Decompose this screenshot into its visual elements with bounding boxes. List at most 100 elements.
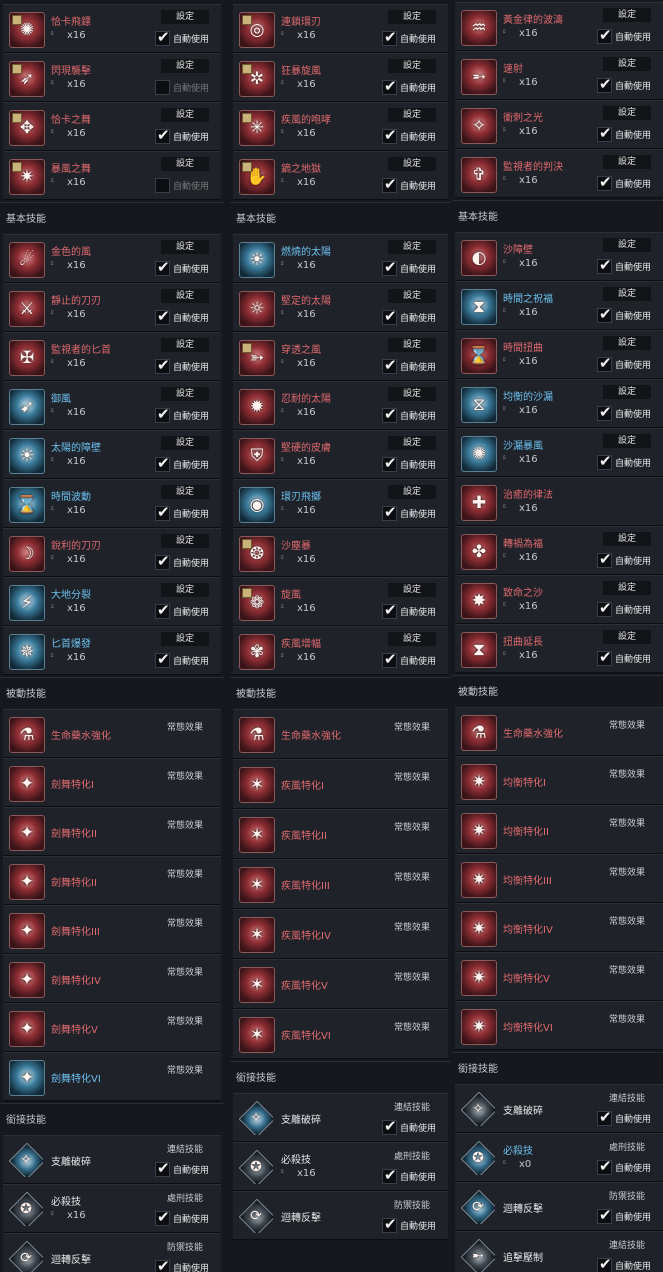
auto-use-checkbox[interactable]: ✔ <box>382 356 397 374</box>
checkmark-icon: ✔ <box>599 1108 612 1126</box>
skill-name: 支離破碎 <box>51 1157 91 1168</box>
settings-button[interactable]: 設定 <box>603 8 651 22</box>
auto-use-checkbox[interactable]: ✔ <box>155 307 170 325</box>
auto-use-checkbox[interactable]: ✔ <box>597 403 612 421</box>
skill-name: 忍耐的太陽 <box>281 394 331 405</box>
auto-use-checkbox[interactable]: ✔ <box>597 452 612 470</box>
auto-use-checkbox[interactable]: ✔ <box>155 1159 170 1177</box>
auto-use-checkbox[interactable]: ✔ <box>155 650 170 668</box>
settings-button[interactable]: 設定 <box>161 10 209 24</box>
settings-button[interactable]: 設定 <box>161 338 209 352</box>
auto-use-checkbox[interactable]: ✔ <box>382 601 397 619</box>
settings-button[interactable]: 設定 <box>161 157 209 171</box>
link-skill-row: ✧ 支離破碎 ✔ 自動使用 連結技能 <box>3 1135 221 1184</box>
settings-button[interactable]: 設定 <box>603 385 651 399</box>
auto-use-checkbox[interactable]: ✔ <box>382 1166 397 1184</box>
skill-name: 疾風特化V <box>281 981 328 992</box>
auto-use-checkbox[interactable]: ✔ <box>155 258 170 276</box>
settings-button[interactable]: 設定 <box>161 436 209 450</box>
skill-name: 堅定的太陽 <box>281 296 331 307</box>
auto-use-checkbox[interactable]: ✔ <box>155 28 170 46</box>
auto-use-checkbox[interactable]: ✔ <box>155 601 170 619</box>
settings-button[interactable]: 設定 <box>388 289 436 303</box>
auto-use-checkbox[interactable]: ✔ <box>597 173 612 191</box>
auto-use-checkbox[interactable]: ✔ <box>382 77 397 95</box>
settings-button[interactable]: 設定 <box>388 157 436 171</box>
settings-button[interactable]: 設定 <box>161 632 209 646</box>
settings-button[interactable]: 設定 <box>603 434 651 448</box>
settings-button[interactable]: 設定 <box>388 632 436 646</box>
settings-button[interactable]: 設定 <box>388 10 436 24</box>
settings-button[interactable]: 設定 <box>603 336 651 350</box>
auto-use-checkbox[interactable]: ✔ <box>155 126 170 144</box>
auto-use-checkbox[interactable]: ✔ <box>155 503 170 521</box>
settings-button[interactable]: 設定 <box>603 57 651 71</box>
auto-use-checkbox[interactable]: ✔ <box>382 307 397 325</box>
auto-use-checkbox[interactable] <box>155 178 170 193</box>
settings-button[interactable]: 設定 <box>603 581 651 595</box>
auto-use-checkbox[interactable]: ✔ <box>155 356 170 374</box>
settings-button[interactable]: 設定 <box>388 108 436 122</box>
auto-use-checkbox[interactable]: ✔ <box>597 1255 612 1272</box>
settings-button[interactable]: 設定 <box>388 583 436 597</box>
settings-button[interactable]: 設定 <box>161 583 209 597</box>
settings-button[interactable]: 設定 <box>161 108 209 122</box>
auto-use-label: 自動使用 <box>173 84 210 94</box>
auto-use-checkbox[interactable]: ✔ <box>597 550 612 568</box>
auto-use-checkbox[interactable]: ✔ <box>597 256 612 274</box>
settings-button[interactable]: 設定 <box>388 338 436 352</box>
auto-use-checkbox[interactable]: ✔ <box>597 648 612 666</box>
settings-button[interactable]: 設定 <box>161 485 209 499</box>
settings-button[interactable]: 設定 <box>603 630 651 644</box>
auto-use-checkbox[interactable]: ✔ <box>597 1157 612 1175</box>
auto-use-checkbox[interactable]: ✔ <box>597 599 612 617</box>
auto-use-checkbox[interactable]: ✔ <box>597 75 612 93</box>
auto-use-checkbox[interactable]: ✔ <box>597 26 612 44</box>
settings-button[interactable]: 設定 <box>603 287 651 301</box>
settings-button[interactable]: 設定 <box>388 240 436 254</box>
auto-use-checkbox[interactable]: ✔ <box>597 354 612 372</box>
auto-use-checkbox[interactable]: ✔ <box>382 258 397 276</box>
auto-use-checkbox[interactable]: ✔ <box>382 1215 397 1233</box>
settings-button[interactable]: 設定 <box>161 240 209 254</box>
auto-use-checkbox[interactable]: ✔ <box>382 126 397 144</box>
auto-use-checkbox[interactable]: ✔ <box>382 454 397 472</box>
auto-use-checkbox[interactable]: ✔ <box>597 1206 612 1224</box>
auto-use-checkbox[interactable]: ✔ <box>155 1208 170 1226</box>
auto-use-checkbox[interactable]: ✔ <box>382 175 397 193</box>
auto-use-checkbox[interactable]: ✔ <box>382 405 397 423</box>
skill-name: 均衡特化IV <box>503 925 553 936</box>
settings-button[interactable]: 設定 <box>161 59 209 73</box>
auto-use-checkbox[interactable]: ✔ <box>382 650 397 668</box>
settings-button[interactable]: 設定 <box>603 155 651 169</box>
settings-button[interactable]: 設定 <box>603 532 651 546</box>
level-mark: ﾛ <box>503 504 506 510</box>
auto-use-checkbox[interactable]: ✔ <box>597 305 612 323</box>
auto-use-checkbox[interactable]: ✔ <box>597 1108 612 1126</box>
auto-use-checkbox[interactable]: ✔ <box>155 552 170 570</box>
auto-use-checkbox[interactable] <box>155 80 170 95</box>
auto-use-checkbox[interactable]: ✔ <box>382 28 397 46</box>
settings-button[interactable]: 設定 <box>603 106 651 120</box>
icon-glyph: ✶ <box>249 825 265 845</box>
auto-use-checkbox[interactable]: ✔ <box>155 1257 170 1272</box>
settings-button[interactable]: 設定 <box>161 289 209 303</box>
settings-button[interactable]: 設定 <box>388 59 436 73</box>
auto-use-checkbox[interactable]: ✔ <box>155 454 170 472</box>
skill-name: 黃金律的波濤 <box>503 15 563 26</box>
skill-level-badge <box>242 588 252 598</box>
auto-use-checkbox[interactable]: ✔ <box>382 503 397 521</box>
skill-name: 均衡特化I <box>503 778 546 789</box>
auto-use-checkbox[interactable]: ✔ <box>597 124 612 142</box>
finisher-icon: ✪ <box>239 1150 273 1184</box>
settings-button[interactable]: 設定 <box>603 238 651 252</box>
auto-use-checkbox[interactable]: ✔ <box>382 1117 397 1135</box>
auto-use-checkbox[interactable]: ✔ <box>155 405 170 423</box>
skill-name: 恰卡飛鏢 <box>51 17 91 28</box>
settings-button[interactable]: 設定 <box>388 485 436 499</box>
settings-button[interactable]: 設定 <box>388 387 436 401</box>
settings-button[interactable]: 設定 <box>388 436 436 450</box>
settings-button[interactable]: 設定 <box>161 534 209 548</box>
checkmark-icon: ✔ <box>384 126 397 144</box>
settings-button[interactable]: 設定 <box>161 387 209 401</box>
